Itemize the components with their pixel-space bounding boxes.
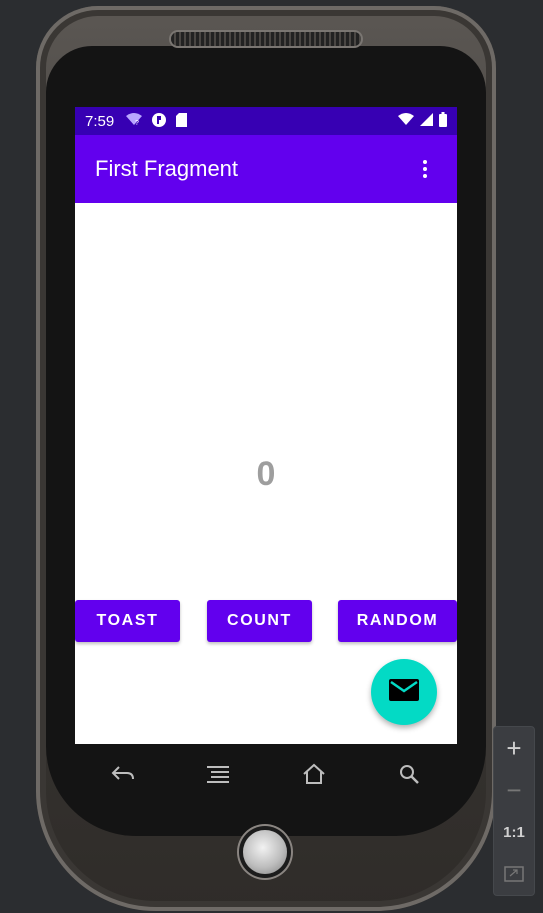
- device-screen: 7:59 ? First Fragment 0 TOAST COUNT RAND…: [75, 107, 457, 744]
- zoom-out-button[interactable]: −: [494, 770, 534, 810]
- email-fab[interactable]: [371, 659, 437, 725]
- email-icon: [389, 679, 419, 705]
- fit-screen-icon[interactable]: [494, 854, 534, 894]
- count-text: 0: [256, 455, 276, 493]
- svg-text:?: ?: [135, 120, 139, 126]
- app-bar: First Fragment: [75, 135, 457, 203]
- count-button[interactable]: COUNT: [207, 600, 312, 642]
- system-nav-bar: [75, 748, 457, 800]
- back-icon[interactable]: [103, 754, 143, 794]
- sync-icon: [152, 112, 167, 130]
- earpiece-speaker: [171, 32, 361, 46]
- hardware-home-button[interactable]: [243, 830, 287, 874]
- random-button[interactable]: RANDOM: [338, 600, 457, 642]
- menu-icon[interactable]: [198, 754, 238, 794]
- sd-card-icon: [176, 112, 188, 130]
- zoom-in-button[interactable]: +: [494, 728, 534, 768]
- app-bar-title: First Fragment: [95, 156, 239, 181]
- search-icon[interactable]: [389, 754, 429, 794]
- cell-signal-icon: [420, 113, 433, 129]
- toast-button[interactable]: TOAST: [75, 600, 180, 642]
- zoom-controls: + − 1:1: [493, 726, 535, 896]
- wifi-icon: [398, 113, 414, 129]
- actual-size-button[interactable]: 1:1: [494, 812, 534, 852]
- home-icon[interactable]: [294, 754, 334, 794]
- more-vert-icon[interactable]: [413, 157, 437, 181]
- status-bar: 7:59 ?: [75, 107, 457, 135]
- status-right-icons: [398, 112, 447, 130]
- wifi-question-icon: ?: [126, 113, 143, 129]
- battery-icon: [439, 112, 447, 130]
- status-time: 7:59: [85, 112, 115, 130]
